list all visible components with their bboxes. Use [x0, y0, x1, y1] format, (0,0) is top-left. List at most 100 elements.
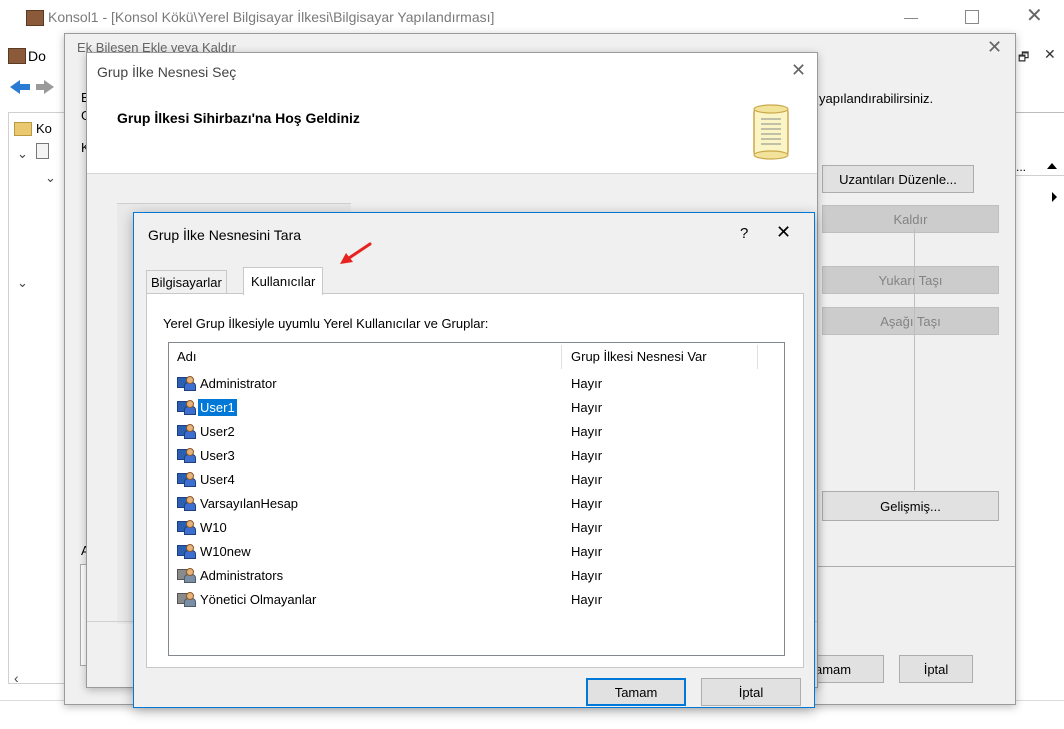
tab-kullanicilar[interactable]: Kullanıcılar	[243, 267, 324, 295]
list-item[interactable]: User1 Hayır	[169, 396, 602, 418]
user-icon	[177, 544, 196, 559]
list-item[interactable]: Yönetici Olmayanlar Hayır	[169, 588, 602, 610]
gpo-dialog-title: Grup İlke Nesnesi Seç	[97, 64, 237, 80]
list-caption: Yerel Grup İlkesiyle uyumlu Yerel Kullan…	[163, 316, 489, 331]
list-item[interactable]: User4 Hayır	[169, 468, 602, 490]
user-icon	[177, 424, 196, 439]
list-item-name: Administrators	[177, 567, 285, 584]
move-up-button[interactable]: Yukarı Taşı	[822, 266, 999, 294]
list-item[interactable]: Administrators Hayır	[169, 564, 602, 586]
close-doc-icon[interactable]: ✕	[1044, 46, 1056, 63]
list-item-name: User3	[177, 447, 237, 464]
list-item[interactable]: W10 Hayır	[169, 516, 602, 538]
scroll-icon	[750, 103, 792, 161]
main-window-title: Konsol1 - [Konsol Kökü\Yerel Bilgisayar …	[48, 9, 495, 25]
help-button[interactable]: ?	[740, 225, 748, 242]
edit-extensions-button[interactable]: Uzantıları Düzenle...	[822, 165, 974, 193]
list-item[interactable]: W10new Hayır	[169, 540, 602, 562]
menu-app-icon	[8, 48, 26, 64]
right-frame-line	[805, 566, 1015, 567]
list-item-name: W10	[177, 519, 229, 536]
right-divider-line	[914, 228, 915, 490]
list-item-label: W10	[200, 519, 227, 535]
list-item-label: Administrator	[200, 375, 277, 391]
user-icon	[177, 400, 196, 415]
user-icon	[177, 496, 196, 511]
tab-kullanicilar-label: Kullanıcılar	[251, 274, 316, 289]
list-item-name: User4	[177, 471, 237, 488]
list-item-label: W10new	[200, 543, 251, 559]
expand-right-icon[interactable]	[1052, 192, 1057, 202]
annotation-arrow-icon	[336, 240, 376, 270]
list-header: Adı Grup İlkesi Nesnesi Var	[169, 343, 784, 369]
wizard-heading: Grup İlkesi Sihirbazı'na Hoş Geldiniz	[117, 110, 360, 126]
column-truncated-label: ...	[1016, 160, 1027, 174]
add-remove-ok-button[interactable]: amam	[810, 655, 884, 683]
main-close-icon[interactable]: ✕	[1026, 6, 1043, 26]
browse-gpo-dialog: Grup İlke Nesnesini Tara ? ✕ Bilgisayarl…	[133, 212, 815, 708]
user-icon	[177, 520, 196, 535]
list-item-label: User2	[200, 423, 235, 439]
list-item-value: Hayır	[571, 567, 603, 583]
gpo-close-icon[interactable]: ✕	[791, 61, 806, 79]
add-remove-close-icon[interactable]: ✕	[987, 38, 1002, 56]
expand-chevron-icon[interactable]: ⌄	[17, 275, 28, 291]
user-icon	[177, 448, 196, 463]
list-item-value: Hayır	[571, 399, 603, 415]
expand-chevron-icon[interactable]: ⌄	[45, 170, 56, 186]
browse-close-icon[interactable]: ✕	[776, 223, 791, 241]
column-header-name[interactable]: Adı	[177, 349, 197, 364]
user-icon	[177, 376, 196, 391]
expand-chevron-icon[interactable]: ⌄	[17, 146, 28, 162]
back-arrow-icon[interactable]	[10, 80, 20, 94]
tab-bilgisayarlar-label: Bilgisayarlar	[151, 274, 222, 290]
user-icon	[177, 472, 196, 487]
list-item-value: Hayır	[571, 543, 603, 559]
list-item-value: Hayır	[571, 519, 603, 535]
list-item-value: Hayır	[571, 495, 603, 511]
forward-arrow-icon[interactable]	[44, 80, 54, 94]
list-item-name: Yönetici Olmayanlar	[177, 591, 318, 608]
remove-button[interactable]: Kaldır	[822, 205, 999, 233]
group-icon	[177, 592, 196, 607]
main-minimize-button[interactable]	[896, 8, 926, 28]
users-list-view[interactable]: Adı Grup İlkesi Nesnesi Var Administrato…	[168, 342, 785, 656]
list-item-name: W10new	[177, 543, 253, 560]
tree-item-root[interactable]: Ko	[36, 121, 52, 136]
right-pane-divider	[1010, 112, 1064, 113]
tab-bilgisayarlar[interactable]: Bilgisayarlar	[146, 270, 227, 293]
move-down-button[interactable]: Aşağı Taşı	[822, 307, 999, 335]
list-item-value: Hayır	[571, 423, 603, 439]
main-maximize-button[interactable]	[960, 6, 984, 28]
list-item-value: Hayır	[571, 375, 603, 391]
list-item-value: Hayır	[571, 591, 603, 607]
folder-icon	[14, 122, 32, 136]
group-icon	[177, 568, 196, 583]
list-item[interactable]: Administrator Hayır	[169, 372, 602, 394]
menu-item-file[interactable]: Do	[28, 48, 46, 64]
column-header-has-gpo[interactable]: Grup İlkesi Nesnesi Var	[571, 349, 707, 364]
list-item[interactable]: VarsayılanHesap Hayır	[169, 492, 602, 514]
list-item-label: VarsayılanHesap	[200, 495, 299, 511]
list-item-name: Administrator	[177, 375, 279, 392]
main-app-icon	[26, 10, 44, 26]
add-remove-cancel-button[interactable]: İptal	[899, 655, 973, 683]
list-item-name: User1	[177, 398, 237, 416]
list-item-name: VarsayılanHesap	[177, 495, 300, 512]
partial-instruction-text: yapılandırabilirsiniz.	[819, 91, 934, 106]
list-item-label: Yönetici Olmayanlar	[200, 591, 317, 607]
scroll-up-icon[interactable]	[1047, 163, 1057, 169]
document-icon	[36, 143, 49, 159]
list-item[interactable]: User2 Hayır	[169, 420, 602, 442]
list-item-label: User4	[200, 471, 235, 487]
restore-window-icon[interactable]: 🗗	[1018, 48, 1029, 69]
browse-ok-button[interactable]: Tamam	[586, 678, 686, 706]
browse-dialog-title: Grup İlke Nesnesini Tara	[148, 227, 302, 243]
browse-cancel-button[interactable]: İptal	[701, 678, 801, 706]
scroll-left-icon[interactable]: ‹	[14, 670, 19, 686]
tree-panel	[8, 112, 70, 684]
advanced-button[interactable]: Gelişmiş...	[822, 491, 999, 521]
list-item-label: User1	[198, 398, 237, 416]
list-item-label: User3	[200, 447, 235, 463]
list-item[interactable]: User3 Hayır	[169, 444, 602, 466]
